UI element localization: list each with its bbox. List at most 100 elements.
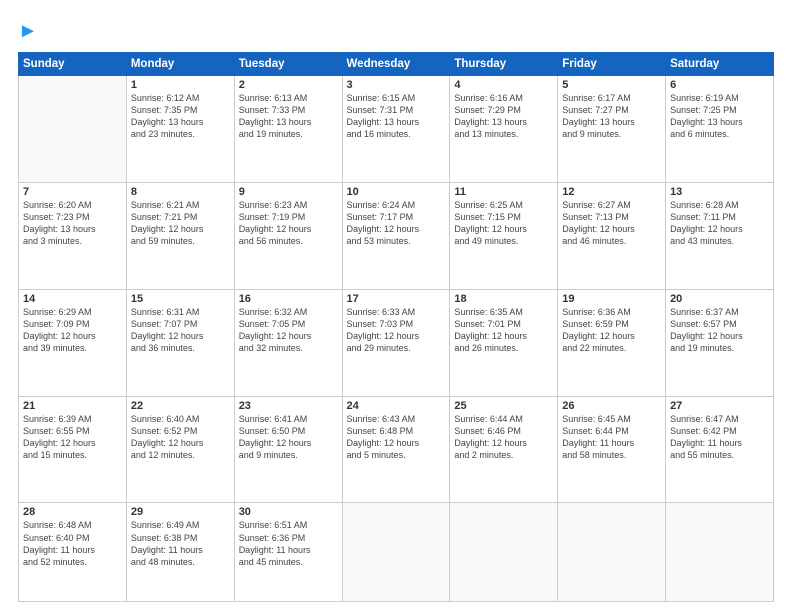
cell-info: Sunrise: 6:15 AM Sunset: 7:31 PM Dayligh… [347, 92, 446, 141]
cell-info: Sunrise: 6:27 AM Sunset: 7:13 PM Dayligh… [562, 199, 661, 248]
calendar-cell: 8Sunrise: 6:21 AM Sunset: 7:21 PM Daylig… [126, 182, 234, 289]
weekday-header-wednesday: Wednesday [342, 53, 450, 76]
calendar-cell: 20Sunrise: 6:37 AM Sunset: 6:57 PM Dayli… [666, 289, 774, 396]
calendar-cell [666, 503, 774, 602]
weekday-header-monday: Monday [126, 53, 234, 76]
day-number: 26 [562, 400, 661, 412]
cell-info: Sunrise: 6:44 AM Sunset: 6:46 PM Dayligh… [454, 413, 553, 462]
weekday-header-sunday: Sunday [19, 53, 127, 76]
cell-info: Sunrise: 6:24 AM Sunset: 7:17 PM Dayligh… [347, 199, 446, 248]
cell-info: Sunrise: 6:37 AM Sunset: 6:57 PM Dayligh… [670, 306, 769, 355]
cell-info: Sunrise: 6:49 AM Sunset: 6:38 PM Dayligh… [131, 519, 230, 568]
day-number: 9 [239, 186, 338, 198]
cell-info: Sunrise: 6:31 AM Sunset: 7:07 PM Dayligh… [131, 306, 230, 355]
calendar-cell: 7Sunrise: 6:20 AM Sunset: 7:23 PM Daylig… [19, 182, 127, 289]
cell-info: Sunrise: 6:23 AM Sunset: 7:19 PM Dayligh… [239, 199, 338, 248]
calendar-cell [450, 503, 558, 602]
day-number: 16 [239, 293, 338, 305]
calendar-cell: 28Sunrise: 6:48 AM Sunset: 6:40 PM Dayli… [19, 503, 127, 602]
calendar-cell [558, 503, 666, 602]
calendar-cell: 23Sunrise: 6:41 AM Sunset: 6:50 PM Dayli… [234, 396, 342, 503]
calendar-cell: 6Sunrise: 6:19 AM Sunset: 7:25 PM Daylig… [666, 76, 774, 183]
cell-info: Sunrise: 6:13 AM Sunset: 7:33 PM Dayligh… [239, 92, 338, 141]
day-number: 18 [454, 293, 553, 305]
calendar-cell: 16Sunrise: 6:32 AM Sunset: 7:05 PM Dayli… [234, 289, 342, 396]
day-number: 1 [131, 79, 230, 91]
cell-info: Sunrise: 6:32 AM Sunset: 7:05 PM Dayligh… [239, 306, 338, 355]
day-number: 22 [131, 400, 230, 412]
day-number: 12 [562, 186, 661, 198]
calendar-week-3: 21Sunrise: 6:39 AM Sunset: 6:55 PM Dayli… [19, 396, 774, 503]
calendar-cell: 13Sunrise: 6:28 AM Sunset: 7:11 PM Dayli… [666, 182, 774, 289]
calendar-cell: 24Sunrise: 6:43 AM Sunset: 6:48 PM Dayli… [342, 396, 450, 503]
header: ► [18, 16, 774, 42]
calendar-cell: 4Sunrise: 6:16 AM Sunset: 7:29 PM Daylig… [450, 76, 558, 183]
calendar-cell: 14Sunrise: 6:29 AM Sunset: 7:09 PM Dayli… [19, 289, 127, 396]
day-number: 6 [670, 79, 769, 91]
cell-info: Sunrise: 6:43 AM Sunset: 6:48 PM Dayligh… [347, 413, 446, 462]
calendar-cell: 9Sunrise: 6:23 AM Sunset: 7:19 PM Daylig… [234, 182, 342, 289]
day-number: 17 [347, 293, 446, 305]
cell-info: Sunrise: 6:45 AM Sunset: 6:44 PM Dayligh… [562, 413, 661, 462]
calendar-week-0: 1Sunrise: 6:12 AM Sunset: 7:35 PM Daylig… [19, 76, 774, 183]
day-number: 13 [670, 186, 769, 198]
calendar-cell: 12Sunrise: 6:27 AM Sunset: 7:13 PM Dayli… [558, 182, 666, 289]
weekday-header-friday: Friday [558, 53, 666, 76]
cell-info: Sunrise: 6:36 AM Sunset: 6:59 PM Dayligh… [562, 306, 661, 355]
day-number: 28 [23, 506, 122, 518]
calendar-cell: 10Sunrise: 6:24 AM Sunset: 7:17 PM Dayli… [342, 182, 450, 289]
day-number: 24 [347, 400, 446, 412]
weekday-header-row: SundayMondayTuesdayWednesdayThursdayFrid… [19, 53, 774, 76]
calendar-week-1: 7Sunrise: 6:20 AM Sunset: 7:23 PM Daylig… [19, 182, 774, 289]
calendar-cell: 22Sunrise: 6:40 AM Sunset: 6:52 PM Dayli… [126, 396, 234, 503]
cell-info: Sunrise: 6:16 AM Sunset: 7:29 PM Dayligh… [454, 92, 553, 141]
day-number: 15 [131, 293, 230, 305]
weekday-header-tuesday: Tuesday [234, 53, 342, 76]
cell-info: Sunrise: 6:12 AM Sunset: 7:35 PM Dayligh… [131, 92, 230, 141]
calendar-table: SundayMondayTuesdayWednesdayThursdayFrid… [18, 52, 774, 602]
calendar-week-4: 28Sunrise: 6:48 AM Sunset: 6:40 PM Dayli… [19, 503, 774, 602]
cell-info: Sunrise: 6:39 AM Sunset: 6:55 PM Dayligh… [23, 413, 122, 462]
cell-info: Sunrise: 6:35 AM Sunset: 7:01 PM Dayligh… [454, 306, 553, 355]
calendar-cell [342, 503, 450, 602]
cell-info: Sunrise: 6:28 AM Sunset: 7:11 PM Dayligh… [670, 199, 769, 248]
weekday-header-saturday: Saturday [666, 53, 774, 76]
calendar-cell [19, 76, 127, 183]
calendar-cell: 21Sunrise: 6:39 AM Sunset: 6:55 PM Dayli… [19, 396, 127, 503]
calendar-cell: 2Sunrise: 6:13 AM Sunset: 7:33 PM Daylig… [234, 76, 342, 183]
calendar-week-2: 14Sunrise: 6:29 AM Sunset: 7:09 PM Dayli… [19, 289, 774, 396]
calendar-cell: 29Sunrise: 6:49 AM Sunset: 6:38 PM Dayli… [126, 503, 234, 602]
cell-info: Sunrise: 6:17 AM Sunset: 7:27 PM Dayligh… [562, 92, 661, 141]
calendar-cell: 25Sunrise: 6:44 AM Sunset: 6:46 PM Dayli… [450, 396, 558, 503]
cell-info: Sunrise: 6:41 AM Sunset: 6:50 PM Dayligh… [239, 413, 338, 462]
day-number: 29 [131, 506, 230, 518]
cell-info: Sunrise: 6:47 AM Sunset: 6:42 PM Dayligh… [670, 413, 769, 462]
day-number: 3 [347, 79, 446, 91]
day-number: 5 [562, 79, 661, 91]
day-number: 2 [239, 79, 338, 91]
day-number: 19 [562, 293, 661, 305]
day-number: 8 [131, 186, 230, 198]
calendar-cell: 5Sunrise: 6:17 AM Sunset: 7:27 PM Daylig… [558, 76, 666, 183]
cell-info: Sunrise: 6:29 AM Sunset: 7:09 PM Dayligh… [23, 306, 122, 355]
calendar-cell: 30Sunrise: 6:51 AM Sunset: 6:36 PM Dayli… [234, 503, 342, 602]
calendar-cell: 27Sunrise: 6:47 AM Sunset: 6:42 PM Dayli… [666, 396, 774, 503]
day-number: 27 [670, 400, 769, 412]
cell-info: Sunrise: 6:25 AM Sunset: 7:15 PM Dayligh… [454, 199, 553, 248]
day-number: 30 [239, 506, 338, 518]
cell-info: Sunrise: 6:51 AM Sunset: 6:36 PM Dayligh… [239, 519, 338, 568]
cell-info: Sunrise: 6:21 AM Sunset: 7:21 PM Dayligh… [131, 199, 230, 248]
logo: ► [18, 20, 38, 42]
page: ► SundayMondayTuesdayWednesdayThursdayFr… [0, 0, 792, 612]
calendar-cell: 15Sunrise: 6:31 AM Sunset: 7:07 PM Dayli… [126, 289, 234, 396]
cell-info: Sunrise: 6:48 AM Sunset: 6:40 PM Dayligh… [23, 519, 122, 568]
cell-info: Sunrise: 6:40 AM Sunset: 6:52 PM Dayligh… [131, 413, 230, 462]
cell-info: Sunrise: 6:19 AM Sunset: 7:25 PM Dayligh… [670, 92, 769, 141]
day-number: 23 [239, 400, 338, 412]
logo-icon: ► [18, 20, 38, 42]
cell-info: Sunrise: 6:20 AM Sunset: 7:23 PM Dayligh… [23, 199, 122, 248]
weekday-header-thursday: Thursday [450, 53, 558, 76]
day-number: 11 [454, 186, 553, 198]
day-number: 4 [454, 79, 553, 91]
calendar-cell: 18Sunrise: 6:35 AM Sunset: 7:01 PM Dayli… [450, 289, 558, 396]
